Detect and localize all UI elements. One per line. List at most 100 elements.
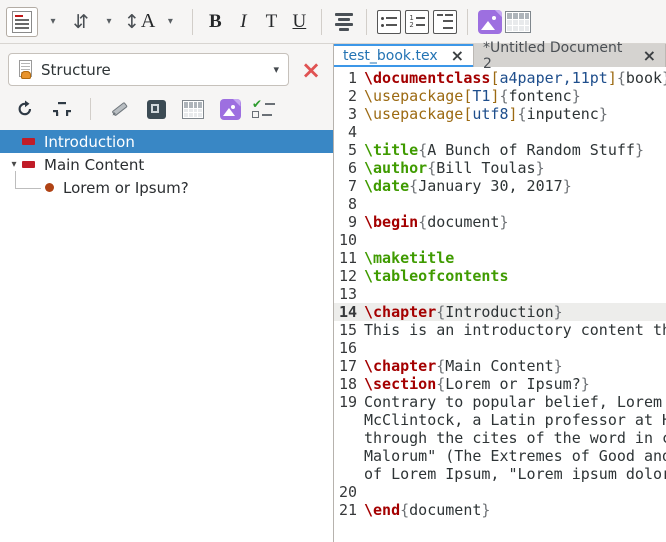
code-token: ] (608, 69, 617, 87)
structure-item[interactable]: Introduction (0, 130, 333, 153)
code-token: \documentclass (364, 69, 490, 87)
insert-image-button[interactable] (219, 98, 241, 120)
code-line[interactable]: 11\maketitle (334, 249, 666, 267)
chevron-down-icon: ▾ (273, 63, 279, 76)
code-line[interactable]: 3\usepackage[utf8]{inputenc} (334, 105, 666, 123)
code-token: Lorem or Ipsum? (445, 375, 580, 393)
structure-panel-icon (18, 60, 35, 79)
code-line[interactable]: 17\chapter{Main Content} (334, 357, 666, 375)
todo-list-button[interactable]: ✔ (256, 98, 278, 120)
code-token: { (427, 159, 436, 177)
code-line[interactable]: 14\chapter{Introduction} (334, 303, 666, 321)
panel-selector-combobox[interactable]: Structure ▾ (8, 53, 289, 86)
structure-item[interactable]: ▾Main Content (0, 153, 333, 176)
font-size-dropdown[interactable]: ▾ (157, 7, 183, 37)
indented-list-icon (433, 10, 457, 34)
close-panel-button[interactable]: × (297, 58, 325, 82)
collapse-icon (52, 100, 72, 118)
code-line[interactable]: 16 (334, 339, 666, 357)
line-number: 11 (334, 249, 357, 267)
center-justify-button[interactable] (331, 7, 357, 37)
line-number: 2 (334, 87, 357, 105)
underline-icon: U (293, 11, 307, 33)
code-line[interactable]: through the cites of the word in cl (334, 429, 666, 447)
code-token: \date (364, 177, 409, 195)
insert-block-button[interactable] (145, 98, 167, 120)
code-token: { (418, 213, 427, 231)
code-line[interactable]: 8 (334, 195, 666, 213)
code-line[interactable]: McClintock, a Latin professor at Ha (334, 411, 666, 429)
code-line[interactable]: 6\author{Bill Toulas} (334, 159, 666, 177)
description-button[interactable] (432, 7, 458, 37)
chapter-icon (22, 161, 35, 168)
section-icon (45, 183, 54, 192)
up-down-arrows-icon: ⇵ (73, 11, 89, 33)
pencil-icon (109, 99, 129, 119)
code-token: { (436, 303, 445, 321)
underline-button[interactable]: U (286, 7, 312, 37)
code-line[interactable]: 4 (334, 123, 666, 141)
code-token: a4paper,11pt (499, 69, 607, 87)
sectioning-button[interactable] (6, 7, 38, 37)
italic-button[interactable]: I (230, 7, 256, 37)
collapse-all-button[interactable] (51, 98, 73, 120)
insert-label-button[interactable] (108, 98, 130, 120)
code-editor[interactable]: 1\documentclass[a4paper,11pt]{book}2 \use… (334, 67, 666, 542)
toolbar-separator (366, 9, 367, 35)
enumerate-button[interactable]: 1 2 (404, 7, 430, 37)
line-number: 3 (334, 105, 357, 123)
code-token: through the cites of the word in cl (364, 429, 666, 447)
close-icon[interactable]: × (643, 49, 656, 63)
close-icon[interactable]: × (451, 49, 464, 63)
code-line[interactable]: Malorum" (The Extremes of Good and (334, 447, 666, 465)
code-token: } (581, 375, 590, 393)
code-line[interactable]: 21\end{document} (334, 501, 666, 519)
code-token: { (436, 375, 445, 393)
code-line[interactable]: 18\section{Lorem or Ipsum?} (334, 375, 666, 393)
tab-test_book-tex[interactable]: test_book.tex× (334, 44, 474, 67)
line-number: 14 (334, 303, 357, 321)
code-line[interactable]: 5\title{A Bunch of Random Stuff} (334, 141, 666, 159)
code-line[interactable]: of Lorem Ipsum, "Lorem ipsum dolor (334, 465, 666, 483)
code-line-content: \chapter{Main Content} (364, 357, 666, 375)
code-line[interactable]: 7\date{January 30, 2017} (334, 177, 666, 195)
chevron-down-icon: ▾ (50, 16, 55, 27)
bold-button[interactable]: B (202, 7, 228, 37)
code-line-content: \documentclass[a4paper,11pt]{book} (364, 69, 666, 87)
code-line[interactable]: 1\documentclass[a4paper,11pt]{book} (334, 69, 666, 87)
code-line[interactable]: 9\begin{document} (334, 213, 666, 231)
insert-table-button[interactable] (505, 7, 531, 37)
code-line[interactable]: 15This is an introductory content tha (334, 321, 666, 339)
structure-item-label: Introduction (44, 133, 135, 151)
code-line[interactable]: 20 (334, 483, 666, 501)
code-line-content: through the cites of the word in cl (364, 429, 666, 447)
line-number: 13 (334, 285, 357, 303)
insert-table-button[interactable] (182, 98, 204, 120)
sectioning-dropdown[interactable]: ▾ (40, 7, 66, 37)
code-line[interactable]: 12\tableofcontents (334, 267, 666, 285)
insert-block-icon (147, 100, 166, 119)
insert-image-button[interactable] (477, 7, 503, 37)
line-spacing-button[interactable]: ⇵ (68, 7, 94, 37)
font-size-button[interactable]: ↕A (124, 7, 155, 37)
line-spacing-dropdown[interactable]: ▾ (96, 7, 122, 37)
tab--untitled-document-2[interactable]: *Untitled Document 2× (474, 44, 666, 67)
code-line[interactable]: 10 (334, 231, 666, 249)
code-token: \usepackage (364, 87, 463, 105)
tree-connector (15, 171, 41, 189)
itemize-button[interactable] (376, 7, 402, 37)
refresh-button[interactable] (14, 98, 36, 120)
code-line[interactable]: 19Contrary to popular belief, Lorem Ip (334, 393, 666, 411)
typewriter-button[interactable]: T (258, 7, 284, 37)
code-token: ] (509, 105, 518, 123)
code-line[interactable]: 2\usepackage[T1]{fontenc} (334, 87, 666, 105)
code-token: of Lorem Ipsum, "Lorem ipsum dolor (364, 465, 666, 483)
structure-item[interactable]: Lorem or Ipsum? (0, 176, 333, 199)
code-token: document (409, 501, 481, 519)
code-token: } (536, 159, 545, 177)
code-line[interactable]: 13 (334, 285, 666, 303)
code-line-content: \section{Lorem or Ipsum?} (364, 375, 666, 393)
line-number (334, 447, 357, 465)
bold-icon: B (209, 11, 222, 33)
code-token: { (436, 357, 445, 375)
